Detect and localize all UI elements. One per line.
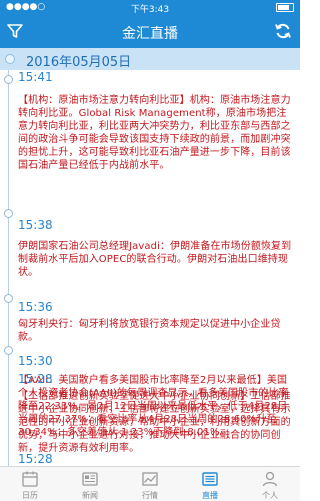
timeline-line [8, 370, 9, 466]
person-icon [262, 471, 278, 487]
status-bar: ●●●●○ 下午3:43 [0, 0, 300, 15]
calendar-icon [22, 471, 38, 487]
news-feed-lower[interactable]: 15:28 【工信部推进创新实验室促进大中小企业协同创新】工信部推进中小企业协同… [0, 370, 300, 466]
tab-live[interactable]: 直播 [180, 467, 240, 501]
timeline-dot [5, 54, 15, 64]
nav-bar: 金汇直播 [0, 14, 300, 48]
feed-time: 15:41 [18, 70, 53, 84]
tab-bar: 日历 新闻 行情 直播 个人 [0, 466, 300, 501]
feed-time: 15:28 [18, 372, 53, 386]
page-title: 金汇直播 [122, 26, 178, 42]
timeline-dot [4, 209, 13, 218]
tab-news[interactable]: 新闻 [60, 467, 120, 501]
tab-profile[interactable]: 个人 [240, 467, 300, 501]
tab-calendar[interactable]: 日历 [0, 467, 60, 501]
date-header: 2016年05月05日 [0, 48, 300, 70]
feed-time: 15:30 [18, 354, 53, 368]
tab-label: 个人 [262, 491, 278, 500]
timeline-dot [4, 346, 13, 355]
feed-time: 15:28 [18, 452, 53, 466]
feed-text: 【机构：原油市场注意力转向利比亚】机构：原油市场注意力转向利比亚。Global … [18, 95, 291, 171]
chart-icon [142, 472, 158, 486]
battery-icon [276, 3, 294, 12]
tab-label: 直播 [202, 491, 218, 500]
feed-text: 伊朗国家石油公司总经理Javadi：伊朗准备在市场份额恢复到制裁前水平后加入OP… [18, 241, 292, 278]
feed-time: 15:38 [18, 218, 53, 232]
feed-text: 【工信部推进创新实验室促进大中小企业协同创新】工信部推进中小企业协同创新，工信部… [18, 391, 291, 454]
tab-label: 日历 [22, 491, 38, 500]
refresh-icon[interactable] [274, 22, 292, 40]
tab-label: 新闻 [82, 491, 98, 500]
date-label: 2016年05月05日 [26, 55, 132, 70]
timeline-dot [4, 294, 13, 303]
feed-time: 15:36 [18, 300, 53, 314]
feed-text: 匈牙利央行：匈牙利将放宽银行资本规定以促进中小企业贷款。 [18, 319, 281, 343]
tab-market[interactable]: 行情 [120, 467, 180, 501]
tab-label: 行情 [142, 491, 158, 500]
news-icon [82, 472, 98, 486]
timeline-dot [4, 75, 13, 84]
live-icon [202, 472, 218, 486]
